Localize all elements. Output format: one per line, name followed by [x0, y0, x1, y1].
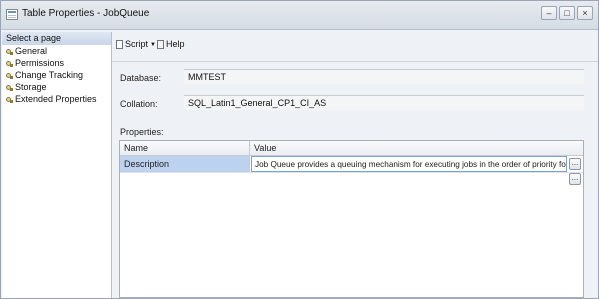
wrench-icon: [6, 48, 13, 55]
help-icon: [157, 40, 164, 49]
table-row[interactable]: Description Job Queue provides a queuing…: [120, 156, 583, 173]
help-button[interactable]: Help: [157, 38, 185, 50]
properties-label: Properties:: [120, 127, 164, 137]
page-item-label: Storage: [15, 82, 47, 92]
help-label: Help: [166, 39, 185, 49]
select-page-header: Select a page: [2, 32, 111, 45]
script-icon: [116, 40, 123, 49]
collation-value: SQL_Latin1_General_CP1_CI_AS: [184, 95, 584, 110]
extended-properties-grid: Name Value Description Job Queue provide…: [119, 140, 584, 298]
properties-panel: Script ▼ Help Database: MMTEST Collation:…: [112, 32, 598, 298]
wrench-icon: [6, 96, 13, 103]
script-label: Script: [125, 39, 149, 49]
page-item-label: Permissions: [15, 58, 65, 68]
toolbar: Script ▼ Help: [112, 32, 598, 56]
table-icon: [6, 9, 18, 20]
page-item-label: Extended Properties: [15, 94, 97, 104]
page-item-permissions[interactable]: Permissions: [2, 57, 111, 69]
collation-label: Collation:: [120, 99, 158, 109]
window-title: Table Properties - JobQueue: [22, 8, 150, 19]
column-header-name[interactable]: Name: [120, 141, 250, 155]
maximize-button[interactable]: □: [559, 6, 575, 20]
toolbar-separator: [112, 61, 598, 62]
wrench-icon: [6, 72, 13, 79]
dropdown-caret-icon[interactable]: ▼: [150, 42, 156, 48]
wrench-icon: [6, 84, 13, 91]
edit-value-button[interactable]: ...: [569, 158, 581, 170]
page-item-storage[interactable]: Storage: [2, 81, 111, 93]
script-button[interactable]: Script ▼: [116, 38, 156, 50]
page-item-general[interactable]: General: [2, 45, 111, 57]
new-property-button[interactable]: ...: [569, 173, 581, 185]
database-label: Database:: [120, 73, 162, 83]
property-name-cell[interactable]: Description: [120, 156, 250, 172]
database-value: MMTEST: [184, 69, 584, 84]
page-item-label: General: [15, 46, 48, 56]
minimize-button[interactable]: –: [541, 6, 557, 20]
title-bar: Table Properties - JobQueue – □ ×: [1, 1, 598, 30]
page-item-label: Change Tracking: [15, 70, 84, 80]
page-selector-pane: Select a page General Permissions Change…: [2, 32, 112, 298]
table-properties-window: Table Properties - JobQueue – □ × Select…: [0, 0, 599, 299]
column-header-value[interactable]: Value: [250, 141, 570, 155]
page-item-change-tracking[interactable]: Change Tracking: [2, 69, 111, 81]
page-item-extended-properties[interactable]: Extended Properties: [2, 93, 111, 105]
close-button[interactable]: ×: [577, 6, 593, 20]
wrench-icon: [6, 60, 13, 67]
grid-header: Name Value: [120, 141, 583, 156]
property-value-cell[interactable]: Job Queue provides a queuing mechanism f…: [251, 156, 567, 172]
